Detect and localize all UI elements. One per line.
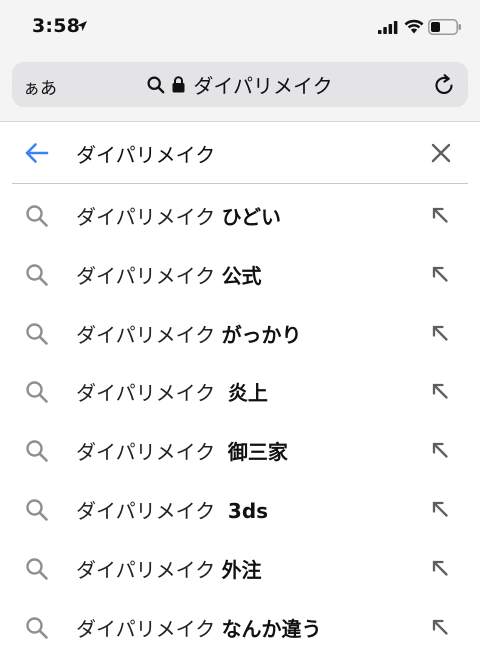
suggestion-item[interactable]: ダイパリメイク 外注: [0, 539, 480, 598]
suggestion-text: ダイパリメイク ひどい: [76, 201, 281, 230]
reload-icon[interactable]: [432, 73, 456, 97]
search-input[interactable]: ダイパリメイク: [76, 139, 215, 168]
address-bar[interactable]: ぁあ ダイパリメイク: [12, 62, 468, 107]
search-icon: [26, 558, 48, 580]
suggestion-prefix: ダイパリメイク: [76, 263, 222, 288]
suggestion-item[interactable]: ダイパリメイク 公式: [0, 245, 480, 304]
close-icon[interactable]: [431, 143, 451, 163]
suggestion-text: ダイパリメイク 3ds: [76, 495, 268, 524]
battery-icon: [428, 19, 461, 35]
suggestion-prefix: ダイパリメイク: [76, 381, 228, 406]
back-arrow-icon[interactable]: [24, 142, 50, 164]
suggestion-completion: 炎上: [227, 381, 268, 406]
status-time: 3:58: [32, 15, 81, 37]
browser-chrome: 3:58 ぁあ ダイパリメイク: [0, 0, 480, 122]
fill-query-arrow-icon[interactable]: [431, 265, 449, 283]
fill-query-arrow-icon[interactable]: [431, 206, 449, 224]
fill-query-arrow-icon[interactable]: [431, 500, 449, 518]
suggestion-completion: 3ds: [227, 498, 269, 523]
suggestion-text: ダイパリメイク がっかり: [76, 319, 302, 348]
search-icon: [26, 264, 48, 286]
fill-query-arrow-icon[interactable]: [431, 382, 449, 400]
divider: [12, 183, 468, 184]
suggestion-prefix: ダイパリメイク: [76, 440, 228, 465]
lock-icon: [172, 76, 185, 93]
suggestion-completion: 御三家: [227, 440, 288, 465]
search-icon: [26, 440, 48, 462]
suggestion-item[interactable]: ダイパリメイク 炎上: [0, 362, 480, 421]
search-icon: [26, 381, 48, 404]
suggestion-completion: 外注: [221, 557, 262, 582]
suggestion-prefix: ダイパリメイク: [76, 205, 222, 229]
location-arrow-icon: [77, 21, 87, 31]
wifi-icon: [404, 19, 424, 34]
fill-query-arrow-icon[interactable]: [431, 618, 449, 636]
search-icon: [26, 322, 48, 345]
fill-query-arrow-icon[interactable]: [431, 559, 449, 577]
suggestion-text: ダイパリメイク 炎上: [76, 377, 268, 406]
suggestion-prefix: ダイパリメイク: [76, 322, 222, 347]
suggestion-text: ダイパリメイク なんか違う: [76, 613, 322, 642]
status-bar: 3:58: [0, 0, 480, 56]
suggestion-prefix: ダイパリメイク: [76, 616, 222, 641]
suggestion-completion: 公式: [221, 263, 262, 288]
suggestion-item[interactable]: ダイパリメイク 3ds: [0, 480, 480, 539]
fill-query-arrow-icon[interactable]: [431, 324, 449, 342]
suggestion-text: ダイパリメイク 公式: [76, 260, 262, 289]
suggestion-item[interactable]: ダイパリメイク なんか違う: [0, 598, 480, 657]
fill-query-arrow-icon[interactable]: [431, 441, 449, 459]
suggestion-prefix: ダイパリメイク: [76, 557, 222, 582]
suggestion-text: ダイパリメイク 外注: [76, 554, 262, 583]
suggestion-item[interactable]: ダイパリメイク 御三家: [0, 421, 480, 480]
search-icon: [26, 205, 48, 227]
search-icon: [26, 616, 48, 639]
suggestion-text: ダイパリメイク 御三家: [76, 436, 288, 465]
suggestion-list: ダイパリメイク ひどい ダイパリメイク 公式 ダイパリメイク がっかり ダイパリ…: [0, 186, 480, 656]
suggestion-item[interactable]: ダイパリメイク がっかり: [0, 304, 480, 363]
cellular-signal-icon: [378, 21, 398, 34]
url-text: ダイパリメイク: [193, 74, 333, 98]
suggestion-item[interactable]: ダイパリメイク ひどい: [0, 186, 480, 245]
search-field[interactable]: ダイパリメイク: [0, 122, 480, 184]
url-display[interactable]: ダイパリメイク: [12, 62, 468, 107]
suggestion-completion: なんか違う: [221, 616, 322, 641]
suggestion-completion: がっかり: [221, 322, 302, 347]
search-icon: [26, 499, 48, 521]
suggestion-completion: ひどい: [221, 205, 281, 229]
search-icon: [147, 75, 165, 93]
suggestion-prefix: ダイパリメイク: [76, 498, 228, 523]
